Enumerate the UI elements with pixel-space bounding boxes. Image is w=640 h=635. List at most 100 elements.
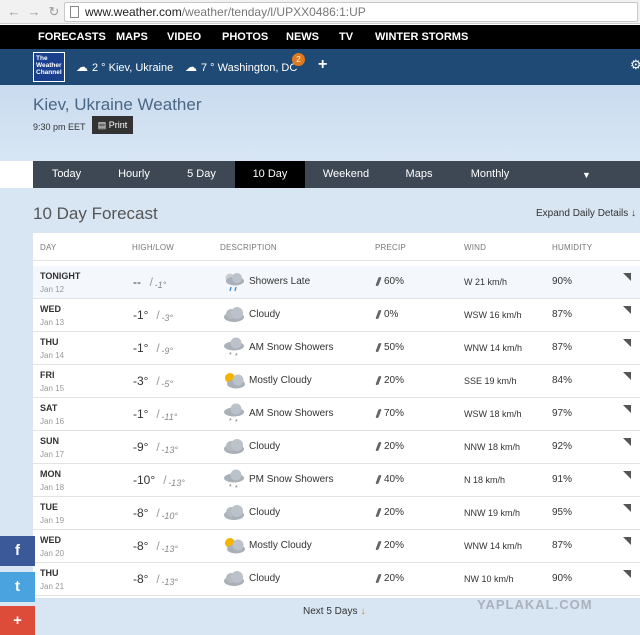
table-row[interactable]: SUN Jan 17 -9° / -13° Cloudy 20% NNW 18 km/h 92%: [33, 431, 640, 464]
temp-separator: /: [156, 506, 160, 520]
row-precip: 0%: [384, 309, 399, 320]
row-wind: W 21 km/h: [464, 277, 508, 287]
row-precip: 70%: [384, 408, 405, 419]
tab-weekend[interactable]: Weekend: [305, 161, 387, 188]
facebook-icon[interactable]: f: [0, 536, 35, 566]
row-high: -3°: [133, 374, 149, 388]
row-description: PM Snow Showers: [249, 474, 334, 485]
nav-video[interactable]: VIDEO: [167, 31, 201, 43]
svg-text:*: *: [229, 418, 232, 425]
row-high: --: [133, 275, 141, 289]
twitter-icon[interactable]: t: [0, 572, 35, 602]
mostly-cloudy-icon: [221, 535, 247, 557]
browser-toolbar: ← → ↻ www.weather.com/weather/tenday/l/U…: [0, 0, 640, 24]
row-expand-caret-icon[interactable]: [623, 570, 631, 578]
tab-5-day[interactable]: 5 Day: [168, 161, 235, 188]
top-navigation: FORECASTS MAPS VIDEO PHOTOS NEWS TV WINT…: [0, 25, 640, 49]
snow-showers-icon: * *: [221, 469, 247, 492]
column-header-wind: WIND: [464, 243, 487, 252]
nav-maps[interactable]: MAPS: [116, 31, 148, 43]
row-date: Jan 18: [40, 483, 65, 492]
tab-10-day[interactable]: 10 Day: [235, 161, 305, 188]
expand-daily-details-link[interactable]: Expand Daily Details ↓: [536, 208, 636, 219]
column-header-humidity: HUMIDITY: [552, 243, 593, 252]
table-row[interactable]: FRI Jan 15 -3° / -5° Mostly Cloudy 20% SSE 19 k…: [33, 365, 640, 398]
row-description: AM Snow Showers: [249, 408, 334, 419]
row-date: Jan 20: [40, 549, 65, 558]
row-expand-caret-icon[interactable]: [623, 306, 631, 314]
row-low: -9°: [161, 346, 173, 356]
tab-monthly[interactable]: Monthly: [451, 161, 529, 188]
table-row[interactable]: THU Jan 14 -1° / -9° * * AM Snow Showers 50% WNW …: [33, 332, 640, 365]
svg-text:*: *: [229, 352, 232, 359]
row-expand-caret-icon[interactable]: [623, 372, 631, 380]
table-row[interactable]: SAT Jan 16 -1° / -11° * * AM Snow Showers 70% WSW…: [33, 398, 640, 431]
arrow-down-icon: ↓: [360, 606, 366, 617]
back-arrow-icon[interactable]: ←: [6, 4, 22, 20]
row-humidity: 97%: [552, 408, 573, 419]
raindrop-icon: [375, 376, 382, 385]
column-header-day: DAY: [40, 243, 57, 252]
row-humidity: 95%: [552, 507, 573, 518]
row-day: WED: [40, 304, 61, 314]
google-plus-icon[interactable]: +: [0, 606, 35, 635]
table-row[interactable]: MON Jan 18 -10° / -13° * * PM Snow Showers 40% N …: [33, 464, 640, 497]
table-row[interactable]: THU Jan 21 -8° / -13° Cloudy 20% NW 10 km/h 90%: [33, 563, 640, 596]
column-header-precip: PRECIP: [375, 243, 406, 252]
nav-tv[interactable]: TV: [339, 31, 353, 43]
nav-photos[interactable]: PHOTOS: [222, 31, 268, 43]
arrow-down-icon: ↓: [631, 208, 637, 219]
forecast-title: 10 Day Forecast: [33, 204, 158, 223]
logo-text: The Weather Channel: [36, 55, 62, 76]
table-row[interactable]: TONIGHT Jan 12 -- / -1° Showers Late 60% W 21 k…: [33, 266, 640, 299]
forecast-tabs: Today Hourly 5 Day 10 Day Weekend Maps M…: [33, 161, 640, 188]
row-low: -13°: [161, 577, 178, 587]
raindrop-icon: [375, 442, 382, 451]
showers-icon: [221, 271, 247, 293]
tab-maps[interactable]: Maps: [387, 161, 451, 188]
temp-separator: /: [156, 440, 160, 454]
cloud-icon: ☁: [185, 60, 197, 74]
location-washington[interactable]: ☁ 7 ° Washington, DC: [185, 60, 297, 74]
row-day: SUN: [40, 436, 60, 446]
row-high: -8°: [133, 572, 149, 586]
table-row[interactable]: TUE Jan 19 -8° / -10° Cloudy 20% NNW 19 km/h 95%: [33, 497, 640, 530]
row-expand-caret-icon[interactable]: [623, 504, 631, 512]
forward-arrow-icon[interactable]: →: [26, 4, 42, 20]
more-tabs-caret-icon[interactable]: ▼: [582, 170, 591, 180]
location-name: Washington, DC: [217, 62, 298, 74]
page-title: Kiev, Ukraine Weather: [33, 95, 202, 114]
next-label: Next 5 Days: [303, 606, 358, 617]
cloudy-icon: [221, 436, 247, 458]
next-5-days-button[interactable]: Next 5 Days ↓: [303, 606, 365, 617]
add-location-icon[interactable]: +: [318, 56, 327, 74]
row-expand-caret-icon[interactable]: [623, 405, 631, 413]
gear-icon[interactable]: ⚙: [630, 57, 640, 73]
row-date: Jan 13: [40, 318, 65, 327]
nav-forecasts[interactable]: FORECASTS: [38, 31, 106, 43]
weather-channel-logo[interactable]: The Weather Channel: [33, 52, 65, 82]
location-kiev[interactable]: ☁ 2 ° Kiev, Ukraine: [76, 60, 173, 74]
nav-winter-storms[interactable]: WINTER STORMS: [375, 31, 468, 43]
row-expand-caret-icon[interactable]: [623, 339, 631, 347]
tab-hourly[interactable]: Hourly: [100, 161, 168, 188]
reload-icon[interactable]: ↻: [46, 4, 62, 20]
row-description: Cloudy: [249, 441, 281, 452]
tab-today[interactable]: Today: [33, 161, 100, 188]
table-row[interactable]: WED Jan 20 -8° / -13° Mostly Cloudy 20% WNW 14 …: [33, 530, 640, 563]
row-precip: 20%: [384, 441, 405, 452]
row-humidity: 90%: [552, 573, 573, 584]
row-expand-caret-icon[interactable]: [623, 471, 631, 479]
nav-news[interactable]: NEWS: [286, 31, 319, 43]
table-row[interactable]: WED Jan 13 -1° / -3° Cloudy 0% WSW 16 km/h 87%: [33, 299, 640, 332]
row-low: -10°: [161, 511, 178, 521]
row-expand-caret-icon[interactable]: [623, 273, 631, 281]
cloudy-icon: [221, 568, 247, 590]
row-description: Showers Late: [249, 276, 311, 287]
print-button[interactable]: ▤ Print: [92, 116, 133, 134]
address-bar[interactable]: www.weather.com/weather/tenday/l/UPXX048…: [64, 2, 638, 22]
url-text[interactable]: www.weather.com/weather/tenday/l/UPXX048…: [85, 5, 366, 19]
row-expand-caret-icon[interactable]: [623, 537, 631, 545]
row-precip: 20%: [384, 375, 405, 386]
row-expand-caret-icon[interactable]: [623, 438, 631, 446]
